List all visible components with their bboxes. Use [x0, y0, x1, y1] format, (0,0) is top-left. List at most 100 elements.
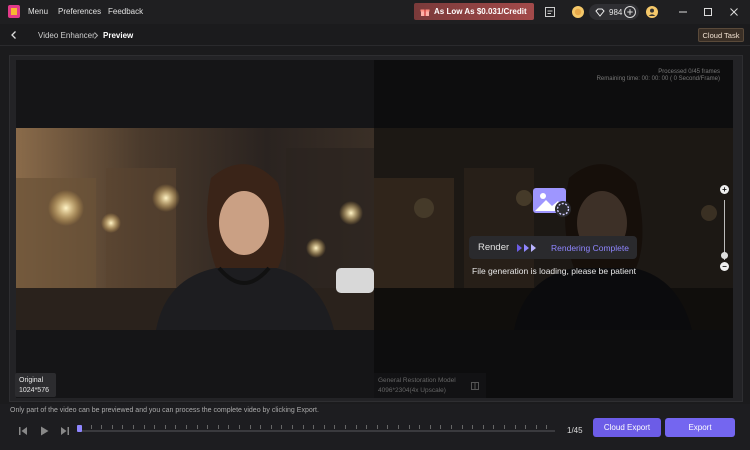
timeline-tick [535, 425, 537, 429]
zoom-out-button[interactable]: − [720, 262, 729, 271]
timeline-tick [101, 425, 103, 429]
diamond-icon [595, 8, 605, 17]
timeline-tick [217, 425, 219, 429]
timeline-tick [323, 425, 325, 429]
timeline-tick [504, 425, 505, 429]
model-name: General Restoration Model [378, 377, 456, 384]
chevron-right-icon [94, 32, 99, 39]
timeline-tick [440, 425, 442, 429]
timeline-tick [260, 425, 262, 429]
play-icon[interactable] [38, 425, 50, 437]
timeline-tick [546, 425, 548, 429]
timeline-tick [186, 425, 187, 429]
timeline-tick [270, 425, 272, 429]
timeline-tick [376, 425, 378, 429]
maximize-icon[interactable] [701, 5, 715, 19]
compare-icon[interactable] [471, 382, 479, 390]
gift-icon [420, 9, 430, 16]
timeline-tick [281, 425, 283, 429]
timeline-tick [398, 425, 399, 429]
timeline-tick [143, 425, 145, 429]
timeline-tick [302, 425, 304, 429]
zoom-slider-handle[interactable] [721, 252, 728, 259]
next-frame-icon[interactable] [59, 425, 71, 437]
timeline-tick [292, 425, 293, 429]
timeline-tick [154, 425, 156, 429]
original-size-badge: Original 1024*576 [15, 373, 56, 397]
timeline-tick [239, 425, 240, 429]
app-logo-icon [8, 5, 20, 18]
menu-preferences[interactable]: Preferences [58, 7, 101, 16]
original-video-frame [16, 128, 374, 330]
timeline-tick [313, 425, 315, 429]
timeline-tick [164, 425, 166, 429]
render-label: Render [478, 242, 510, 253]
promo-banner[interactable]: As Low As $0.031/Credit [414, 3, 534, 20]
remaining-time-text: Remaining time: 00: 00: 00 ( 0 Second/Fr… [596, 76, 720, 82]
export-button[interactable]: Export [665, 418, 735, 437]
original-resolution: 1024*576 [19, 387, 49, 394]
timeline-tick [482, 425, 484, 429]
zoom-in-button[interactable]: + [720, 185, 729, 194]
render-status-box: Render Rendering Complete [469, 236, 637, 259]
preview-note: Only part of the video can be previewed … [0, 404, 750, 418]
progress-arrows-icon [517, 244, 536, 252]
timeline-tick [133, 425, 134, 429]
timeline-tick [207, 425, 209, 429]
menu-menu[interactable]: Menu [28, 7, 48, 16]
back-arrow-icon[interactable] [9, 30, 19, 40]
timeline-tick [525, 425, 527, 429]
timeline-tick [451, 425, 452, 429]
credit-count: 984 [609, 7, 623, 17]
timeline-tick [122, 425, 124, 429]
timeline-tick [111, 425, 113, 429]
cloud-task-button[interactable]: Cloud Task [698, 28, 744, 42]
timeline-tick [461, 425, 463, 429]
previous-frame-icon[interactable] [17, 425, 29, 437]
timeline-tick [334, 425, 336, 429]
timeline-track[interactable] [78, 430, 555, 432]
add-credits-icon[interactable] [623, 5, 637, 19]
timeline-tick [387, 425, 389, 429]
image-generation-icon [533, 188, 571, 217]
document-icon[interactable] [543, 5, 557, 19]
nav-bar: Video Enhancer Preview [0, 24, 750, 46]
model-info-badge: General Restoration Model 4096*2304(4x U… [374, 373, 486, 398]
timeline-tick [408, 425, 410, 429]
frame-counter: 1/45 [567, 426, 583, 435]
timeline-tick [175, 425, 177, 429]
render-message: File generation is loading, please be pa… [472, 266, 636, 276]
timeline-tick [196, 425, 198, 429]
timeline-tick [493, 425, 495, 429]
timeline-tick [345, 425, 346, 429]
breadcrumb-parent[interactable]: Video Enhancer [38, 31, 95, 40]
timeline-playhead[interactable] [77, 425, 82, 432]
close-icon[interactable] [727, 5, 741, 19]
timeline-tick [366, 425, 368, 429]
original-label: Original [19, 377, 44, 384]
processed-frames-text: Processed 0/45 frames [658, 69, 720, 75]
model-resolution: 4096*2304(4x Upscale) [378, 387, 446, 394]
coin-icon[interactable] [571, 5, 585, 19]
render-status-text: Rendering Complete [551, 243, 629, 253]
promo-text: As Low As $0.031/Credit [434, 7, 527, 16]
timeline-tick [228, 425, 230, 429]
processing-info: Processed 0/45 frames Remaining time: 00… [597, 69, 720, 83]
timeline-tick [90, 425, 92, 429]
timeline-tick [514, 425, 516, 429]
title-bar: Menu Preferences Feedback As Low As $0.0… [0, 0, 750, 24]
enhanced-video-frame [374, 128, 733, 330]
timeline-tick [355, 425, 357, 429]
timeline-tick [419, 425, 421, 429]
enhanced-frame-image [374, 128, 733, 330]
cloud-export-button[interactable]: Cloud Export [593, 418, 661, 437]
timeline-tick [472, 425, 474, 429]
menu-feedback[interactable]: Feedback [108, 7, 143, 16]
zoom-slider-track[interactable] [724, 200, 725, 260]
minimize-icon[interactable] [676, 5, 690, 19]
original-frame-image [16, 128, 374, 330]
user-avatar-icon[interactable] [645, 5, 659, 19]
breadcrumb-current: Preview [103, 31, 134, 40]
timeline-tick [429, 425, 431, 429]
timeline-tick [249, 425, 251, 429]
